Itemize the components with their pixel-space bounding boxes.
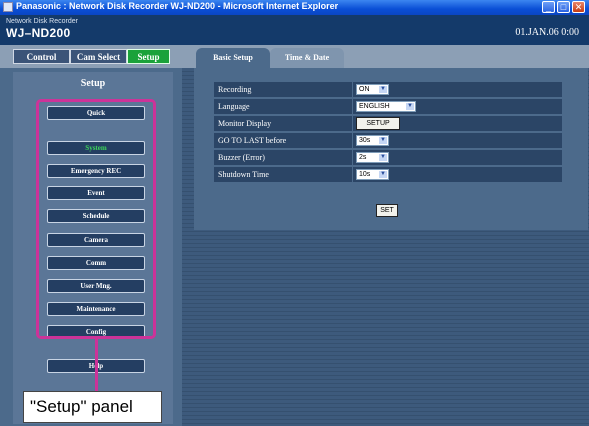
monitor-display-cell: SETUP xyxy=(353,116,562,132)
language-label: Language xyxy=(214,99,352,115)
setup-panel-heading: Setup xyxy=(80,78,106,89)
tab-control[interactable]: Control xyxy=(13,49,70,64)
ie-app-icon xyxy=(3,2,13,12)
monitor-display-label: Monitor Display xyxy=(214,116,352,132)
shutdown-time-label: Shutdown Time xyxy=(214,167,352,183)
minimize-button[interactable]: _ xyxy=(542,1,555,13)
maximize-button[interactable]: □ xyxy=(557,1,570,13)
language-select[interactable]: ENGLISH ▼ xyxy=(356,101,416,112)
chevron-down-icon: ▼ xyxy=(379,137,387,144)
window-title: Panasonic : Network Disk Recorder WJ-ND2… xyxy=(16,1,339,11)
buzzer-error-select[interactable]: 2s ▼ xyxy=(356,152,389,163)
shutdown-time-select[interactable]: 10s ▼ xyxy=(356,169,389,180)
app-header xyxy=(0,15,589,45)
tab-basic-setup[interactable]: Basic Setup xyxy=(196,48,270,68)
monitor-display-setup-button[interactable]: SETUP xyxy=(356,117,400,130)
buzzer-error-value: 2s xyxy=(359,154,367,161)
buzzer-error-label: Buzzer (Error) xyxy=(214,150,352,166)
close-button[interactable]: ✕ xyxy=(572,1,585,13)
shutdown-time-value: 10s xyxy=(359,171,371,178)
shutdown-time-cell: 10s ▼ xyxy=(353,167,562,183)
tab-setup[interactable]: Setup xyxy=(127,49,170,64)
chevron-down-icon: ▼ xyxy=(379,154,387,161)
chevron-down-icon: ▼ xyxy=(406,103,414,110)
buzzer-error-cell: 2s ▼ xyxy=(353,150,562,166)
go-to-last-select[interactable]: 30s ▼ xyxy=(356,135,389,146)
go-to-last-value: 30s xyxy=(359,137,371,144)
tab-cam-select[interactable]: Cam Select xyxy=(70,49,127,64)
set-button[interactable]: SET xyxy=(376,204,398,217)
go-to-last-label: GO TO LAST before xyxy=(214,133,352,149)
clock-display: 01.JAN.06 0:00 xyxy=(515,27,579,38)
recording-label: Recording xyxy=(214,82,352,98)
product-line-label: Network Disk Recorder xyxy=(6,18,78,25)
language-value: ENGLISH xyxy=(359,103,390,110)
language-cell: ENGLISH ▼ xyxy=(353,99,562,115)
chevron-down-icon: ▼ xyxy=(379,171,387,178)
callout-leader-line xyxy=(95,339,98,392)
model-name: WJ–ND200 xyxy=(6,26,71,40)
chevron-down-icon: ▼ xyxy=(379,86,387,93)
tab-time-date[interactable]: Time & Date xyxy=(270,48,344,68)
go-to-last-cell: 30s ▼ xyxy=(353,133,562,149)
recording-value: ON xyxy=(359,86,370,93)
setup-panel-callout: "Setup" panel xyxy=(23,391,162,423)
recording-cell: ON ▼ xyxy=(353,82,562,98)
recording-select[interactable]: ON ▼ xyxy=(356,84,389,95)
setup-panel-highlight xyxy=(36,99,156,339)
